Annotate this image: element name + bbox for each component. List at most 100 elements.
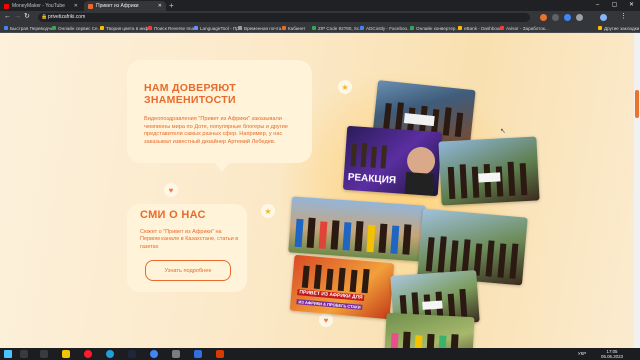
clock[interactable]: 17:05 05.06.2023 [592, 349, 632, 359]
photo-reaction: РЕАКЦИЯ [342, 125, 443, 197]
people-illustration [389, 331, 459, 348]
bookmark-icon [194, 26, 198, 30]
speech-tail [213, 161, 231, 172]
heart-icon: ♥ [164, 183, 178, 197]
bookmarks-bar: Быстрая Переводчик Онлайн сервис Се... Тво… [0, 23, 640, 33]
bookmark-label: eBank - Dashboard [464, 25, 504, 31]
bookmark-icon [312, 26, 316, 30]
page-scrollbar[interactable] [634, 33, 640, 348]
app-icon[interactable] [194, 350, 202, 358]
url-text: privetizafriki.com [48, 13, 86, 20]
tab-strip: MoneyMaker - YouTube ✕ Привет из Африки … [0, 0, 640, 11]
people-illustration [301, 264, 370, 294]
opera-icon[interactable] [84, 350, 92, 358]
lock-icon: 🔒 [41, 13, 48, 20]
press-text: Сюжет о "Привет из Африки" на Первом кан… [140, 229, 239, 250]
youtube-icon [4, 3, 9, 9]
address-bar[interactable]: 🔒 privetizafriki.com [38, 12, 530, 22]
learn-more-button[interactable]: Узнать подробнее [145, 260, 231, 281]
people-illustration [294, 217, 412, 255]
bookmark-icon [148, 26, 152, 30]
site-favicon-icon [88, 3, 93, 9]
bookmark-item[interactable]: Avisor - Заработок... [500, 24, 549, 32]
os-taskbar: УКР 17:05 05.06.2023 [0, 348, 640, 360]
bookmark-icon [360, 26, 364, 30]
bookmark-item[interactable]: Онлайн конвертер... [410, 24, 459, 32]
bookmark-item[interactable]: Быстрая Переводчик [4, 24, 55, 32]
celebs-text: Видеопоздравления "Привет из Африки" зак… [144, 116, 288, 145]
web-page: ★ ♥ ★ ♥ РЕАКЦИЯ ПРИВЕТ ИЗ АФРИКИ ДЛЯ ИЗ … [0, 33, 634, 348]
photo-group-3 [288, 196, 426, 262]
app-icon[interactable] [216, 350, 224, 358]
bookmark-icon [598, 26, 602, 30]
bookmark-label: Быстрая Переводчик [10, 25, 56, 31]
chrome-icon[interactable] [150, 350, 158, 358]
bookmark-item[interactable]: Кабинет [282, 24, 305, 32]
bookmark-icon [4, 26, 8, 30]
bookmark-item[interactable]: ADCostly - Faceboo... [360, 24, 411, 32]
back-button[interactable]: ← [4, 12, 11, 22]
menu-dots-icon[interactable]: ⋮ [620, 12, 627, 22]
file-explorer-icon[interactable] [62, 350, 70, 358]
photo-group-2 [438, 136, 540, 206]
bookmark-label: Твория цвета в инф... [106, 25, 153, 31]
profile-avatar[interactable] [600, 13, 607, 21]
bookmark-icon [238, 26, 242, 30]
bookmark-item[interactable]: ZIP Code 92780, Sc... [312, 24, 363, 32]
star-icon: ★ [338, 80, 352, 94]
bookmark-icon [282, 26, 286, 30]
bookmark-label: Поиск Reverse Ima... [154, 25, 198, 31]
app-icon[interactable] [172, 350, 180, 358]
bookmark-label: Другие закладки [604, 25, 640, 31]
tab-youtube[interactable]: MoneyMaker - YouTube ✕ [0, 1, 82, 11]
bookmark-label: Временная почта... [244, 25, 286, 31]
celebs-heading: НАМ ДОВЕРЯЮТ ЗНАМЕНИТОСТИ [144, 82, 236, 106]
close-icon[interactable]: ✕ [74, 3, 78, 9]
tab-privet[interactable]: Привет из Африки ✕ [84, 1, 166, 11]
bookmark-icon [410, 26, 414, 30]
bookmark-item[interactable]: LanguageTool - Пр... [194, 24, 243, 32]
forward-button[interactable]: → [14, 12, 21, 22]
bookmark-item[interactable]: Временная почта... [238, 24, 285, 32]
extension-icon[interactable] [540, 13, 547, 21]
maximize-button[interactable]: ▢ [606, 0, 623, 11]
close-icon[interactable]: ✕ [158, 3, 162, 9]
steam-icon[interactable] [128, 350, 136, 358]
bookmark-icon [458, 26, 462, 30]
star-icon: ★ [261, 204, 275, 218]
bookmark-icon [500, 26, 504, 30]
celebs-card [127, 60, 312, 163]
date-text: 05.06.2023 [601, 354, 623, 359]
photo-promo: ПРИВЕТ ИЗ АФРИКИ ДЛЯ ИЗ АФРИКИ & ПРОБЕГЬ… [289, 254, 395, 320]
close-window-button[interactable]: ✕ [623, 0, 640, 11]
bookmark-item[interactable]: Поиск Reverse Ima... [148, 24, 198, 32]
bookmark-label: Онлайн конвертер... [416, 25, 460, 31]
window-controls: – ▢ ✕ [589, 0, 640, 11]
minimize-button[interactable]: – [589, 0, 606, 11]
search-icon[interactable] [20, 350, 28, 358]
puzzle-icon[interactable] [576, 13, 583, 21]
bookmark-item[interactable]: Онлайн сервис Се... [52, 24, 101, 32]
bookmark-label: Кабинет [288, 25, 306, 31]
bookmark-item[interactable]: Твория цвета в инф... [100, 24, 152, 32]
new-tab-button[interactable]: + [169, 1, 174, 11]
scroll-thumb[interactable] [635, 90, 639, 118]
bookmark-item[interactable]: eBank - Dashboard [458, 24, 504, 32]
bookmark-label: ADCostly - Faceboo... [366, 25, 411, 31]
press-heading: СМИ О НАС [140, 209, 206, 221]
heart-icon: ♥ [319, 313, 333, 327]
bookmark-item[interactable]: Другие закладки [598, 24, 639, 32]
task-view-icon[interactable] [40, 350, 48, 358]
extension-icon[interactable] [552, 13, 559, 21]
language-indicator[interactable]: УКР [575, 351, 589, 356]
reload-button[interactable]: ↻ [24, 12, 30, 22]
start-icon[interactable] [4, 350, 12, 358]
browser-toolbar: ← → ↻ 🔒 privetizafriki.com ⋮ [0, 11, 640, 23]
bookmark-label: LanguageTool - Пр... [200, 25, 243, 31]
photo-group-6 [383, 312, 475, 348]
extension-icon[interactable] [564, 13, 571, 21]
bookmark-icon [52, 26, 56, 30]
tab-title: MoneyMaker - YouTube [12, 3, 65, 9]
telegram-icon[interactable] [106, 350, 114, 358]
bookmark-label: ZIP Code 92780, Sc... [318, 25, 364, 31]
